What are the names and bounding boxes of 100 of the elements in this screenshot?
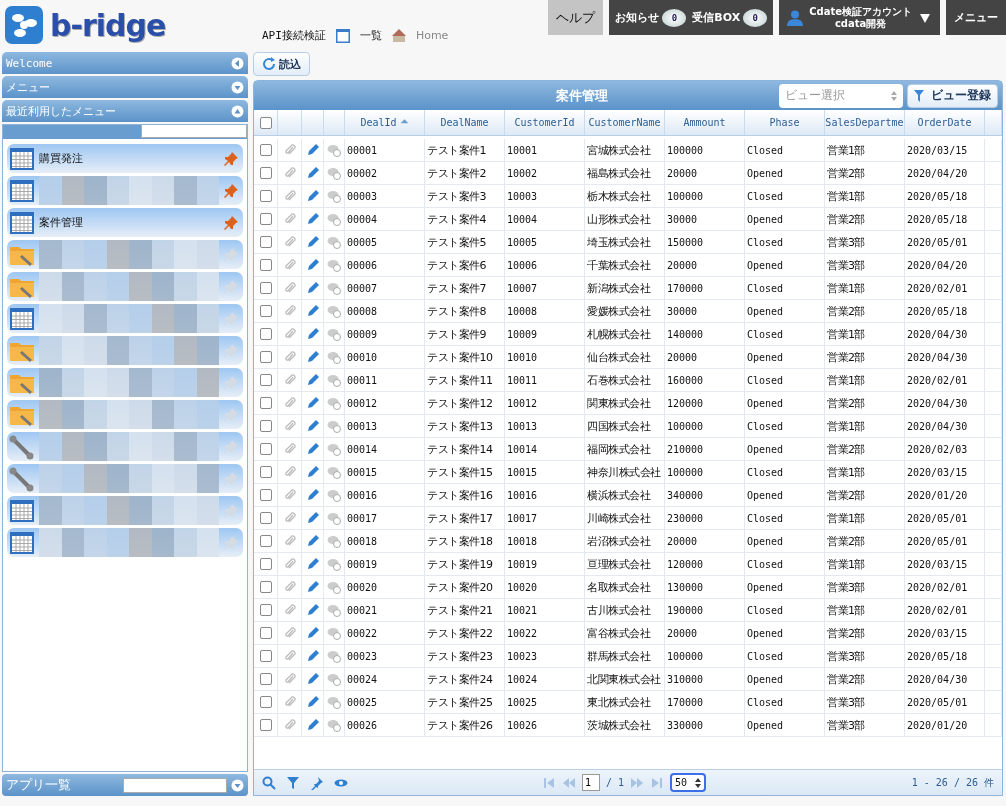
- pencil-icon[interactable]: [305, 189, 320, 203]
- filter-field[interactable]: [141, 125, 247, 138]
- pencil-icon[interactable]: [305, 534, 320, 548]
- row-checkbox[interactable]: [259, 696, 272, 708]
- row-checkbox[interactable]: [259, 650, 272, 662]
- pencil-icon[interactable]: [305, 649, 320, 663]
- pin-icon[interactable]: [223, 182, 239, 199]
- pencil-icon[interactable]: [305, 258, 320, 272]
- pencil-icon[interactable]: [305, 442, 320, 456]
- pencil-icon[interactable]: [305, 695, 320, 709]
- row-checkbox[interactable]: [259, 604, 272, 616]
- row-checkbox[interactable]: [259, 213, 272, 225]
- comment-clock-icon[interactable]: [327, 580, 341, 594]
- paperclip-icon[interactable]: [282, 304, 297, 318]
- row-checkbox[interactable]: [259, 190, 272, 202]
- paperclip-icon[interactable]: [282, 442, 297, 456]
- pencil-icon[interactable]: [305, 718, 320, 732]
- row-checkbox[interactable]: [259, 420, 272, 432]
- row-checkbox[interactable]: [259, 282, 272, 294]
- comment-clock-icon[interactable]: [327, 350, 341, 364]
- column-header[interactable]: DealName: [425, 110, 505, 135]
- app-search-field[interactable]: [123, 777, 227, 793]
- pin-icon[interactable]: [223, 150, 239, 167]
- comment-clock-icon[interactable]: [327, 189, 341, 203]
- toggle-icon[interactable]: [231, 104, 244, 118]
- breadcrumb-link[interactable]: Home: [415, 29, 449, 42]
- pencil-icon[interactable]: [305, 511, 320, 525]
- next-page-icon[interactable]: [630, 775, 645, 790]
- pencil-icon[interactable]: [305, 488, 320, 502]
- row-checkbox[interactable]: [259, 719, 272, 731]
- column-header[interactable]: Ammount: [665, 110, 745, 135]
- paperclip-icon[interactable]: [282, 350, 297, 364]
- paperclip-icon[interactable]: [282, 419, 297, 433]
- comment-clock-icon[interactable]: [327, 143, 341, 157]
- comment-clock-icon[interactable]: [327, 672, 341, 686]
- comment-clock-icon[interactable]: [327, 327, 341, 341]
- menu-item[interactable]: 購買発注: [7, 144, 243, 173]
- pencil-icon[interactable]: [305, 304, 320, 318]
- reload-button[interactable]: 読込: [253, 52, 310, 76]
- column-header[interactable]: OrderDate: [905, 110, 985, 135]
- comment-clock-icon[interactable]: [327, 603, 341, 617]
- paperclip-icon[interactable]: [282, 511, 297, 525]
- first-page-icon[interactable]: [542, 775, 556, 790]
- column-header[interactable]: SalesDepartme: [825, 110, 905, 135]
- pencil-icon[interactable]: [305, 281, 320, 295]
- row-checkbox[interactable]: [259, 443, 272, 455]
- comment-clock-icon[interactable]: [327, 718, 341, 732]
- paperclip-icon[interactable]: [282, 212, 297, 226]
- row-checkbox[interactable]: [259, 627, 272, 639]
- pencil-icon[interactable]: [305, 166, 320, 180]
- comment-clock-icon[interactable]: [327, 166, 341, 180]
- comment-clock-icon[interactable]: [327, 465, 341, 479]
- row-checkbox[interactable]: [259, 673, 272, 685]
- paperclip-icon[interactable]: [282, 672, 297, 686]
- page-field[interactable]: 1: [582, 774, 600, 791]
- row-checkbox[interactable]: [259, 144, 272, 156]
- menu-item[interactable]: [7, 176, 243, 205]
- paperclip-icon[interactable]: [282, 718, 297, 732]
- paperclip-icon[interactable]: [282, 235, 297, 249]
- comment-clock-icon[interactable]: [327, 511, 341, 525]
- comment-clock-icon[interactable]: [327, 534, 341, 548]
- paperclip-icon[interactable]: [282, 649, 297, 663]
- view-register-button[interactable]: ビュー登録: [907, 83, 998, 108]
- column-header[interactable]: CustomerId: [505, 110, 585, 135]
- comment-clock-icon[interactable]: [327, 442, 341, 456]
- toggle-icon[interactable]: [231, 80, 244, 94]
- pencil-icon[interactable]: [305, 373, 320, 387]
- row-checkbox[interactable]: [259, 167, 272, 179]
- paperclip-icon[interactable]: [282, 557, 297, 571]
- account-button[interactable]: Cdate検証アカウント cdata開発: [779, 0, 940, 35]
- pencil-icon[interactable]: [305, 557, 320, 571]
- pin-icon[interactable]: [310, 775, 324, 790]
- comment-clock-icon[interactable]: [327, 626, 341, 640]
- menu-button[interactable]: メニュー: [946, 0, 1006, 35]
- menu-item[interactable]: [7, 528, 243, 557]
- pencil-icon[interactable]: [305, 212, 320, 226]
- row-checkbox[interactable]: [259, 535, 272, 547]
- select-all-checkbox[interactable]: [259, 116, 272, 129]
- notice-link[interactable]: 受信BOX: [692, 10, 741, 25]
- row-checkbox[interactable]: [259, 558, 272, 570]
- row-checkbox[interactable]: [259, 581, 272, 593]
- search-icon[interactable]: [262, 775, 276, 790]
- pencil-icon[interactable]: [305, 626, 320, 640]
- paperclip-icon[interactable]: [282, 258, 297, 272]
- page-size-select[interactable]: 50: [670, 773, 707, 792]
- paperclip-icon[interactable]: [282, 281, 297, 295]
- column-header[interactable]: DealId: [345, 110, 425, 135]
- comment-clock-icon[interactable]: [327, 304, 341, 318]
- pencil-icon[interactable]: [305, 327, 320, 341]
- pencil-icon[interactable]: [305, 350, 320, 364]
- column-header[interactable]: CustomerName: [585, 110, 665, 135]
- notice-link[interactable]: お知らせ: [615, 10, 660, 25]
- pencil-icon[interactable]: [305, 419, 320, 433]
- pencil-icon[interactable]: [305, 396, 320, 410]
- pencil-icon[interactable]: [305, 580, 320, 594]
- row-checkbox[interactable]: [259, 351, 272, 363]
- paperclip-icon[interactable]: [282, 396, 297, 410]
- comment-clock-icon[interactable]: [327, 212, 341, 226]
- breadcrumb-link[interactable]: 一覧: [359, 28, 382, 43]
- column-header[interactable]: Phase: [745, 110, 825, 135]
